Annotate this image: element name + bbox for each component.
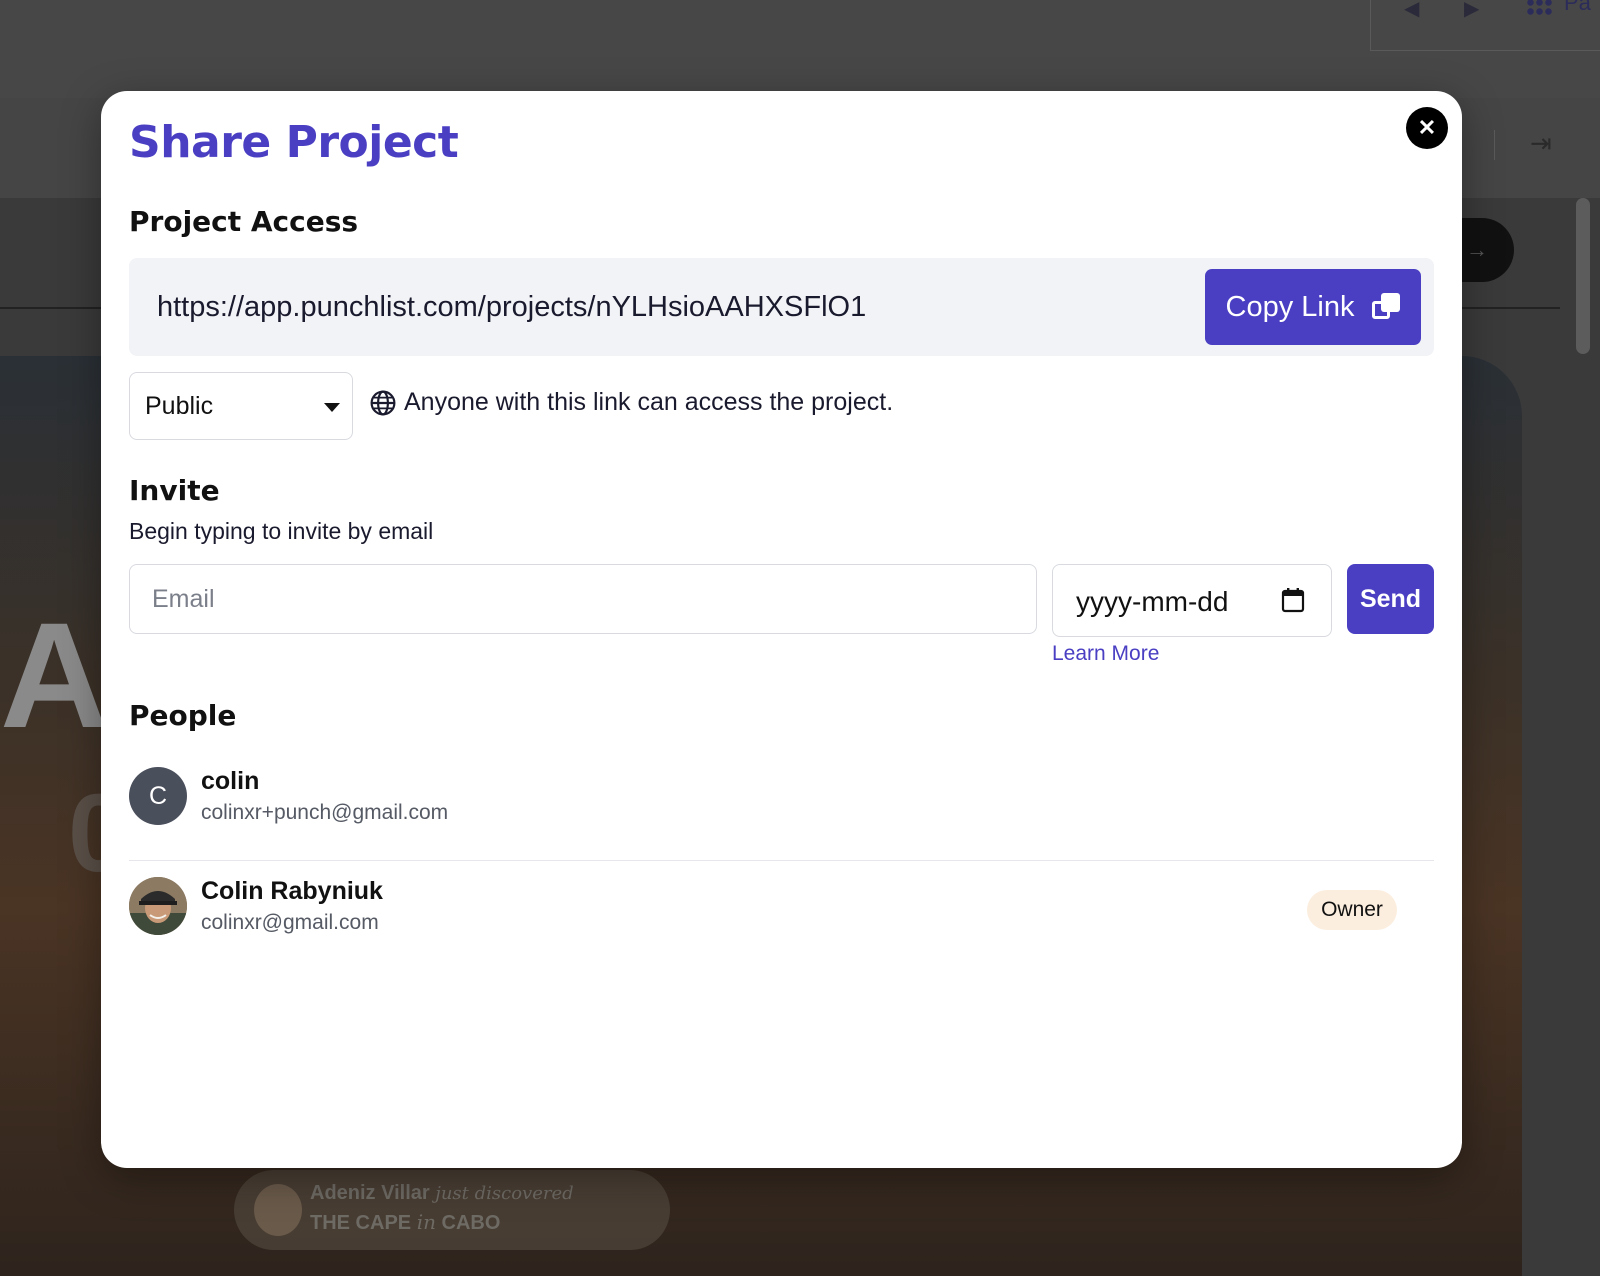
person-email: colinxr+punch@gmail.com bbox=[201, 801, 449, 824]
copy-icon bbox=[1372, 293, 1401, 321]
project-access-heading: Project Access bbox=[129, 205, 359, 238]
person-email: colinxr@gmail.com bbox=[201, 911, 379, 934]
avatar bbox=[129, 877, 187, 935]
access-note-text: Anyone with this link can access the pro… bbox=[404, 388, 894, 416]
background-divider bbox=[1494, 130, 1495, 160]
visibility-value: Public bbox=[145, 392, 214, 420]
grid-icon bbox=[1526, 0, 1552, 16]
learn-more-link[interactable]: Learn More bbox=[1052, 642, 1159, 666]
list-divider bbox=[129, 860, 1434, 861]
person-row: Colin Rabyniuk colinxr@gmail.com Owner bbox=[129, 864, 1434, 964]
toast-verb: just discovered bbox=[435, 1183, 574, 1204]
toast-name: Adeniz Villar bbox=[310, 1182, 430, 1204]
invite-heading: Invite bbox=[129, 474, 220, 507]
toast-line-2: THE CAPE in CABO bbox=[310, 1210, 500, 1235]
caret-down-icon bbox=[324, 403, 340, 412]
modal-title: Share Project bbox=[129, 117, 459, 168]
date-placeholder: yyyy-mm-dd bbox=[1076, 586, 1229, 617]
send-button[interactable]: Send bbox=[1347, 564, 1434, 634]
share-link-url[interactable]: https://app.punchlist.com/projects/nYLHs… bbox=[157, 291, 866, 324]
access-note: Anyone with this link can access the pro… bbox=[370, 388, 893, 417]
scrollbar bbox=[1576, 198, 1590, 354]
person-name: colin bbox=[201, 767, 260, 795]
globe-icon bbox=[370, 390, 396, 415]
people-heading: People bbox=[129, 699, 237, 732]
background-top-bar bbox=[0, 0, 1600, 98]
invite-subtitle: Begin typing to invite by email bbox=[129, 518, 434, 544]
share-link-box: https://app.punchlist.com/projects/nYLHs… bbox=[129, 258, 1434, 356]
toast-line-1: Adeniz Villar just discovered bbox=[310, 1182, 574, 1205]
toast-place-in: in bbox=[416, 1210, 436, 1234]
arrow-right-icon: → bbox=[1466, 237, 1488, 262]
background-toast: Adeniz Villar just discovered THE CAPE i… bbox=[234, 1170, 670, 1250]
close-icon: ✕ bbox=[1417, 115, 1437, 140]
toast-avatar bbox=[254, 1184, 302, 1236]
background-toolbar-label: Pa bbox=[1564, 0, 1591, 15]
role-badge: Owner bbox=[1307, 890, 1397, 930]
chevron-left-icon: ◀ bbox=[1404, 0, 1420, 20]
person-name: Colin Rabyniuk bbox=[201, 877, 383, 905]
chevron-right-icon: ▶ bbox=[1464, 0, 1480, 20]
expiry-date-input[interactable]: yyyy-mm-dd bbox=[1052, 564, 1332, 637]
copy-link-button[interactable]: Copy Link bbox=[1205, 269, 1421, 345]
share-project-modal: ✕ Share Project Project Access https://a… bbox=[101, 91, 1462, 1168]
avatar: C bbox=[129, 767, 187, 825]
avatar-photo bbox=[129, 877, 187, 935]
toast-place-prefix: THE CAPE bbox=[310, 1212, 412, 1234]
visibility-select[interactable]: Public bbox=[129, 372, 353, 440]
toast-place-suffix: CABO bbox=[441, 1212, 501, 1234]
person-row: C colin colinxr+punch@gmail.com bbox=[129, 754, 1434, 854]
exit-icon: ⇥ bbox=[1530, 128, 1552, 158]
calendar-icon[interactable] bbox=[1281, 587, 1305, 613]
copy-link-label: Copy Link bbox=[1225, 290, 1355, 323]
close-button[interactable]: ✕ bbox=[1406, 107, 1448, 149]
email-input[interactable] bbox=[129, 564, 1037, 634]
